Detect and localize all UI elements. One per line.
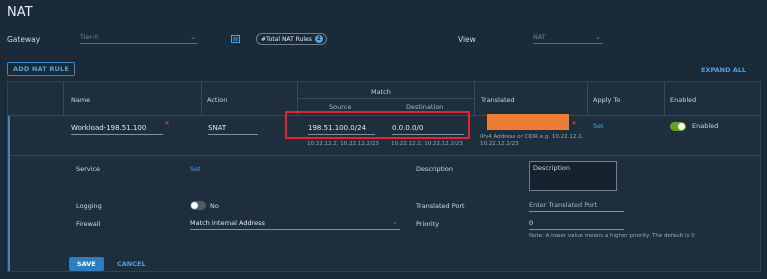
header-name: Name	[71, 96, 91, 104]
col-divider	[664, 82, 665, 115]
total-rules-pill: #Total NAT Rules 2	[256, 33, 327, 45]
logging-label: Logging	[76, 202, 102, 210]
col-divider	[201, 82, 202, 115]
header-translated: Translated	[481, 96, 515, 104]
row-divider	[10, 155, 760, 156]
toggle-knob	[191, 202, 198, 209]
firewall-select[interactable]: Match Internal Address ⌄	[190, 218, 400, 230]
view-select[interactable]: NAT ⌄	[533, 33, 603, 44]
description-textarea[interactable]: Description	[529, 161, 617, 191]
rule-name-input[interactable]: Workload-198.51.100	[71, 124, 163, 135]
required-marker: *	[572, 120, 576, 129]
translated-port-label: Translated Port	[416, 202, 465, 210]
translated-port-input[interactable]: Enter Translated Port	[529, 201, 624, 212]
service-label: Service	[76, 165, 101, 173]
col-divider	[63, 82, 64, 115]
enabled-label: Enabled	[692, 122, 719, 130]
chevron-down-icon: ⌄	[392, 218, 398, 226]
apply-to-set-link[interactable]: Set	[593, 122, 604, 130]
gateway-select[interactable]: Tier-0 ⌄	[80, 33, 198, 44]
col-divider	[474, 82, 475, 115]
header-match: Match	[371, 88, 391, 96]
header-destination: Destination	[406, 103, 444, 111]
view-value: NAT	[533, 33, 546, 41]
match-highlight-box	[285, 111, 470, 139]
view-label: View	[458, 35, 476, 44]
chevron-down-icon: ⌄	[595, 33, 601, 41]
total-rules-label: #Total NAT Rules	[261, 35, 312, 43]
save-button[interactable]: SAVE	[69, 257, 104, 271]
total-rules-count: 2	[314, 35, 323, 43]
required-marker: *	[165, 120, 169, 129]
page-title: NAT	[7, 5, 33, 20]
destination-hint: 10.22.12.2, 10.22.12.2/23	[391, 141, 463, 147]
gateway-value: Tier-0	[80, 33, 99, 41]
service-set-link[interactable]: Set	[190, 165, 201, 173]
priority-input[interactable]: 0	[529, 219, 624, 230]
action-select[interactable]: SNAT	[208, 124, 258, 135]
header-source: Source	[329, 103, 352, 111]
gateway-label: Gateway	[7, 35, 41, 44]
firewall-value: Match Internal Address	[190, 219, 265, 227]
add-nat-rule-button[interactable]: ADD NAT RULE	[7, 62, 76, 76]
firewall-label: Firewall	[76, 220, 101, 228]
expand-all-link[interactable]: EXPAND ALL	[701, 66, 746, 74]
source-hint: 10.22.12.2, 10.22.12.2/23	[307, 141, 379, 147]
header-apply-to: Apply To	[593, 96, 621, 104]
col-divider	[587, 82, 588, 115]
enabled-toggle[interactable]	[670, 122, 686, 131]
logging-toggle[interactable]	[190, 201, 206, 210]
translated-hint: IPv4 Address or CIDR e.g. 10.22.12.2, 10…	[480, 134, 584, 147]
redacted-translated-value	[487, 114, 569, 130]
header-action: Action	[207, 96, 228, 104]
chevron-down-icon: ⌄	[190, 33, 196, 41]
cancel-button[interactable]: CANCEL	[117, 260, 146, 268]
priority-label: Priority	[416, 220, 440, 228]
description-label: Description	[416, 165, 454, 173]
match-divider	[298, 98, 474, 99]
logging-value: No	[210, 202, 219, 210]
priority-note: Note: A lower value means a higher prior…	[529, 233, 695, 239]
filter-icon[interactable]	[231, 35, 240, 45]
nat-rules-grid	[7, 81, 761, 272]
header-enabled: Enabled	[670, 96, 697, 104]
row-selection-bar	[8, 116, 10, 271]
toggle-knob	[678, 123, 685, 130]
